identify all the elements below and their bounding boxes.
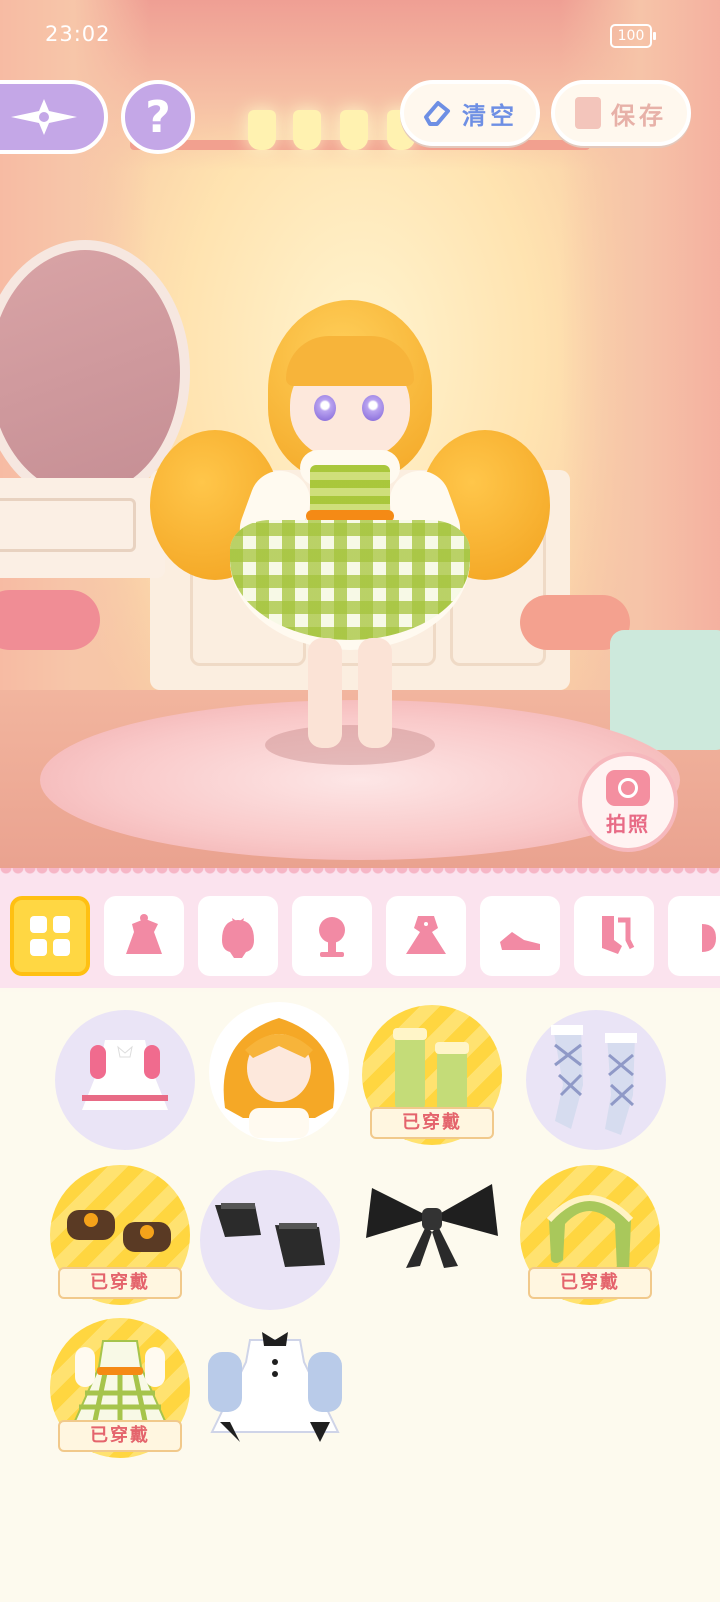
right-leg bbox=[358, 638, 392, 748]
compass-star-icon bbox=[11, 99, 77, 135]
gift-box bbox=[610, 630, 720, 750]
worn-badge: 已穿戴 bbox=[370, 1107, 494, 1139]
camera-icon bbox=[606, 770, 650, 806]
battery-indicator: 100 bbox=[610, 24, 656, 48]
save-button[interactable]: 保存 bbox=[551, 80, 691, 146]
worn-badge: 已穿戴 bbox=[528, 1267, 652, 1299]
stage-lamp bbox=[293, 110, 321, 150]
blonde-twin-hairstyle-item[interactable] bbox=[205, 998, 353, 1146]
status-time: 23:02 bbox=[45, 22, 111, 46]
dress-up-character[interactable] bbox=[150, 300, 550, 770]
hairstyle-icon bbox=[209, 1002, 349, 1142]
dress-icon bbox=[406, 916, 446, 954]
shoe-icon bbox=[500, 932, 540, 950]
argyle-stockings-item[interactable] bbox=[526, 1010, 666, 1150]
bow-icon bbox=[366, 1184, 498, 1268]
clear-button[interactable]: 清空 bbox=[400, 80, 540, 146]
back-button[interactable] bbox=[0, 80, 108, 154]
file-save-icon bbox=[575, 97, 601, 129]
sock-icon bbox=[602, 916, 635, 954]
tab-more[interactable] bbox=[668, 896, 720, 976]
plaid-skirt bbox=[230, 520, 470, 650]
green-headband-item[interactable]: 已穿戴 bbox=[520, 1165, 660, 1305]
left-eye bbox=[314, 395, 336, 421]
character-shadow bbox=[265, 725, 435, 765]
tab-socks[interactable] bbox=[574, 896, 654, 976]
tab-dress[interactable] bbox=[386, 896, 466, 976]
brown-shoes-item[interactable]: 已穿戴 bbox=[50, 1165, 190, 1305]
stocking-icon bbox=[551, 1025, 637, 1135]
worn-badge: 已穿戴 bbox=[58, 1420, 182, 1452]
tab-outfit-set[interactable] bbox=[104, 896, 184, 976]
right-eye bbox=[362, 395, 384, 421]
dress-icon bbox=[208, 1332, 342, 1442]
outfit-set-icon bbox=[126, 914, 162, 954]
tab-shoes[interactable] bbox=[480, 896, 560, 976]
vanity-stool bbox=[0, 590, 100, 650]
green-socks-item[interactable]: 已穿戴 bbox=[362, 1005, 502, 1145]
hair-accessory-icon bbox=[222, 918, 254, 958]
blue-white-dress-item[interactable] bbox=[200, 1322, 342, 1462]
tab-hairstyle[interactable] bbox=[292, 896, 372, 976]
stage-lamp bbox=[340, 110, 368, 150]
left-leg bbox=[308, 638, 342, 748]
black-bow-item[interactable] bbox=[362, 1168, 502, 1308]
all-items-icon bbox=[30, 916, 70, 956]
dress-icon bbox=[82, 1040, 168, 1110]
category-bar-scallop bbox=[0, 868, 720, 880]
question-mark-icon: ? bbox=[145, 91, 171, 143]
pink-white-dress-item[interactable] bbox=[55, 1010, 195, 1150]
help-button[interactable]: ? bbox=[121, 80, 195, 154]
stage-lamp bbox=[248, 110, 276, 150]
photo-label: 拍照 bbox=[606, 812, 650, 836]
hairstyle-icon bbox=[319, 917, 345, 957]
save-label: 保存 bbox=[611, 101, 667, 130]
more-category-icon bbox=[702, 924, 716, 952]
tab-hair-accessory[interactable] bbox=[198, 896, 278, 976]
green-plaid-dress-item[interactable]: 已穿戴 bbox=[50, 1318, 190, 1458]
worn-badge: 已穿戴 bbox=[58, 1267, 182, 1299]
shoe-icon bbox=[215, 1203, 325, 1267]
vanity-drawer bbox=[0, 498, 136, 552]
tab-all[interactable] bbox=[10, 896, 90, 976]
photo-button[interactable]: 拍照 bbox=[578, 752, 678, 852]
eraser-icon bbox=[424, 101, 450, 126]
clear-label: 清空 bbox=[462, 101, 518, 130]
character-bangs bbox=[286, 336, 414, 386]
black-shoes-item[interactable] bbox=[200, 1170, 340, 1310]
vanity-table bbox=[0, 478, 165, 578]
